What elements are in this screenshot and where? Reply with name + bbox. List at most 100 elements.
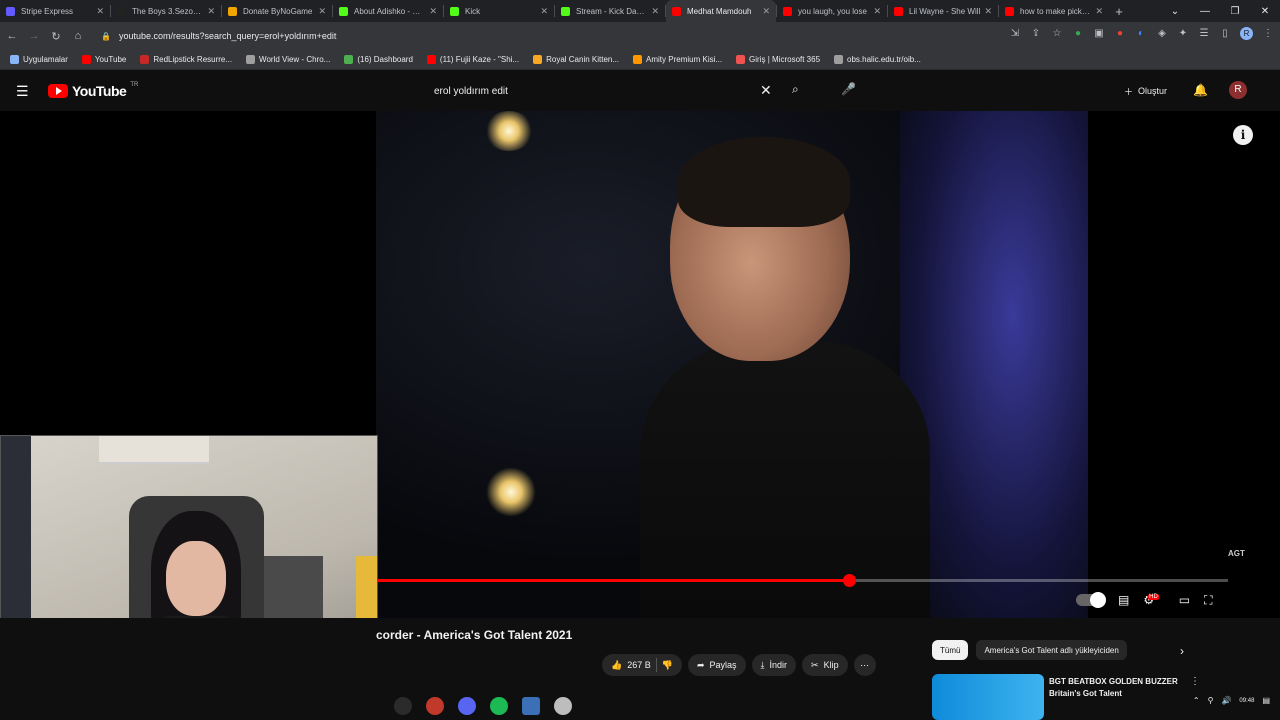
profile-avatar[interactable]: R [1240, 27, 1253, 40]
browser-tab[interactable]: Donate ByNoGame ✕ [222, 0, 332, 22]
app-icon[interactable] [554, 697, 572, 715]
subtitles-icon[interactable]: ▤ [1118, 593, 1129, 607]
bookmark-item[interactable]: Amity Premium Kisi... [633, 55, 722, 64]
tab-title: Donate ByNoGame [243, 6, 313, 16]
new-tab-icon[interactable]: + [1109, 4, 1129, 19]
air-conditioner [99, 436, 209, 464]
restore-icon[interactable]: ❐ [1220, 6, 1250, 17]
close-tab-icon[interactable]: ✕ [96, 6, 104, 17]
volume-icon[interactable]: 🔊 [1221, 696, 1231, 705]
forward-icon[interactable]: → [24, 30, 44, 42]
close-tab-icon[interactable]: ✕ [873, 6, 881, 17]
thumbs-up-icon[interactable]: 👍 [611, 660, 622, 671]
browser-tab[interactable]: Stripe Express ✕ [0, 0, 110, 22]
app-icon[interactable] [522, 697, 540, 715]
obs-icon[interactable] [426, 697, 444, 715]
clock[interactable]: 09:48 [1239, 697, 1254, 705]
discord-icon[interactable] [458, 697, 476, 715]
notifications-bell-icon[interactable]: 🔔 [1193, 83, 1208, 97]
browser-tab[interactable]: Lil Wayne - She Will ✕ [888, 0, 998, 22]
settings-gear-icon[interactable]: ⚙HD [1143, 593, 1164, 607]
account-avatar[interactable]: R [1229, 81, 1247, 99]
bookmark-item[interactable]: RedLipstick Resurre... [140, 55, 232, 64]
extension-icon[interactable]: ◐ [1135, 28, 1147, 39]
close-tab-icon[interactable]: ✕ [984, 6, 992, 17]
minimize-icon[interactable]: — [1190, 6, 1220, 17]
star-icon[interactable]: ☆ [1051, 28, 1063, 39]
close-tab-icon[interactable]: ✕ [651, 6, 659, 17]
close-tab-icon[interactable]: ✕ [762, 6, 770, 17]
autoplay-toggle[interactable] [1076, 592, 1106, 608]
chip-all[interactable]: Tümü [932, 640, 969, 660]
divider [655, 658, 657, 672]
share-page-icon[interactable]: ⇪ [1030, 28, 1042, 39]
create-button[interactable]: ＋ Oluştur [1115, 79, 1176, 103]
share-button[interactable]: ➦ Paylaş [687, 654, 746, 676]
browser-tab[interactable]: About Adishko - Kick ✕ [333, 0, 443, 22]
app-icon[interactable] [394, 697, 412, 715]
bookmark-item[interactable]: (16) Dashboard [344, 55, 413, 64]
browser-tab[interactable]: Kick ✕ [444, 0, 554, 22]
info-icon[interactable]: i [1233, 125, 1253, 145]
puzzle-icon[interactable]: ✦ [1177, 28, 1189, 39]
browser-tab[interactable]: Stream - Kick Dashboard ✕ [555, 0, 665, 22]
clip-button[interactable]: ✂ Klip [802, 654, 848, 676]
spotify-icon[interactable] [490, 697, 508, 715]
kebab-menu-icon[interactable]: ⋮ [1190, 676, 1200, 687]
chip-from-uploader[interactable]: America's Got Talent adlı yükleyiciden [976, 640, 1127, 660]
fullscreen-icon[interactable]: ⛶ [1204, 593, 1212, 608]
install-icon[interactable]: ⇲ [1009, 28, 1021, 39]
side-panel-icon[interactable]: ▯ [1219, 28, 1231, 39]
extension-icon[interactable]: ● [1114, 28, 1126, 39]
bookmarks-bar: Uygulamalar YouTube RedLipstick Resurre...… [0, 50, 1280, 70]
chevron-right-icon[interactable]: › [1180, 644, 1184, 658]
microphone-icon[interactable]: 🎤 [841, 82, 856, 96]
youtube-logo[interactable]: YouTube TR [48, 82, 138, 99]
like-dislike-button[interactable]: 👍 267 B 👎 [602, 654, 682, 676]
extension-icon[interactable]: ● [1072, 28, 1084, 39]
search-icon[interactable]: ⌕ [792, 82, 799, 97]
home-icon[interactable]: ⌂ [68, 30, 88, 42]
bookmark-item[interactable]: World View - Chro... [246, 55, 330, 64]
hamburger-menu-icon[interactable]: ☰ [16, 83, 29, 100]
close-tab-icon[interactable]: ✕ [1095, 6, 1103, 17]
thumbs-down-icon[interactable]: 👎 [662, 660, 673, 671]
clear-search-icon[interactable]: ✕ [760, 82, 772, 99]
bookmark-item[interactable]: obs.halic.edu.tr/oib... [834, 55, 921, 64]
lock-icon[interactable]: 🔒 [101, 32, 111, 41]
browser-tab[interactable]: how to make pickles ✕ [999, 0, 1109, 22]
bookmark-item[interactable]: YouTube [81, 55, 126, 64]
close-tab-icon[interactable]: ✕ [429, 6, 437, 17]
network-icon[interactable]: ⚲ [1208, 696, 1214, 705]
chevron-up-icon[interactable]: ⌃ [1193, 696, 1200, 705]
player-controls-right: ▤ ⚙HD ▭ ⛶ [1076, 591, 1213, 609]
browser-tab[interactable]: The Boys 3.Sezon İzle ✕ [111, 0, 221, 22]
bookmark-item[interactable]: Giriş | Microsoft 365 [736, 55, 820, 64]
close-tab-icon[interactable]: ✕ [318, 6, 326, 17]
bookmark-item[interactable]: Uygulamalar [10, 55, 68, 64]
reload-icon[interactable]: ↻ [46, 30, 66, 43]
back-icon[interactable]: ← [2, 30, 22, 42]
scrubber-handle[interactable] [842, 574, 856, 587]
tab-favicon-icon [783, 6, 792, 16]
close-window-icon[interactable]: ✕ [1250, 6, 1280, 17]
reading-list-icon[interactable]: ☰ [1198, 28, 1210, 39]
extension-icon[interactable]: ▣ [1093, 28, 1105, 39]
bookmark-label: obs.halic.edu.tr/oib... [847, 55, 921, 64]
browser-tab[interactable]: Medhat Mamdouh ✕ [666, 0, 776, 22]
search-input[interactable]: erol yoldırım edit [425, 79, 785, 103]
extension-icon[interactable]: ◈ [1156, 28, 1168, 39]
close-tab-icon[interactable]: ✕ [207, 6, 215, 17]
close-tab-icon[interactable]: ✕ [540, 6, 548, 17]
more-actions-button[interactable]: ⋯ [853, 654, 876, 676]
bookmark-item[interactable]: (11) Fujii Kaze - "Shi... [426, 55, 519, 64]
tab-search-icon[interactable]: ⌄ [1160, 6, 1190, 17]
address-bar[interactable]: 🔒 youtube.com/results?search_query=erol+… [95, 26, 1095, 46]
bookmark-item[interactable]: Royal Canin Kitten... [533, 55, 619, 64]
menu-icon[interactable]: ⋮ [1262, 28, 1274, 39]
theater-mode-icon[interactable]: ▭ [1179, 593, 1190, 607]
download-button[interactable]: ⤓ İndir [751, 654, 797, 676]
notification-center-icon[interactable]: ▤ [1262, 696, 1270, 705]
browser-tab[interactable]: you laugh, you lose ✕ [777, 0, 887, 22]
progress-bar[interactable] [376, 574, 1228, 587]
